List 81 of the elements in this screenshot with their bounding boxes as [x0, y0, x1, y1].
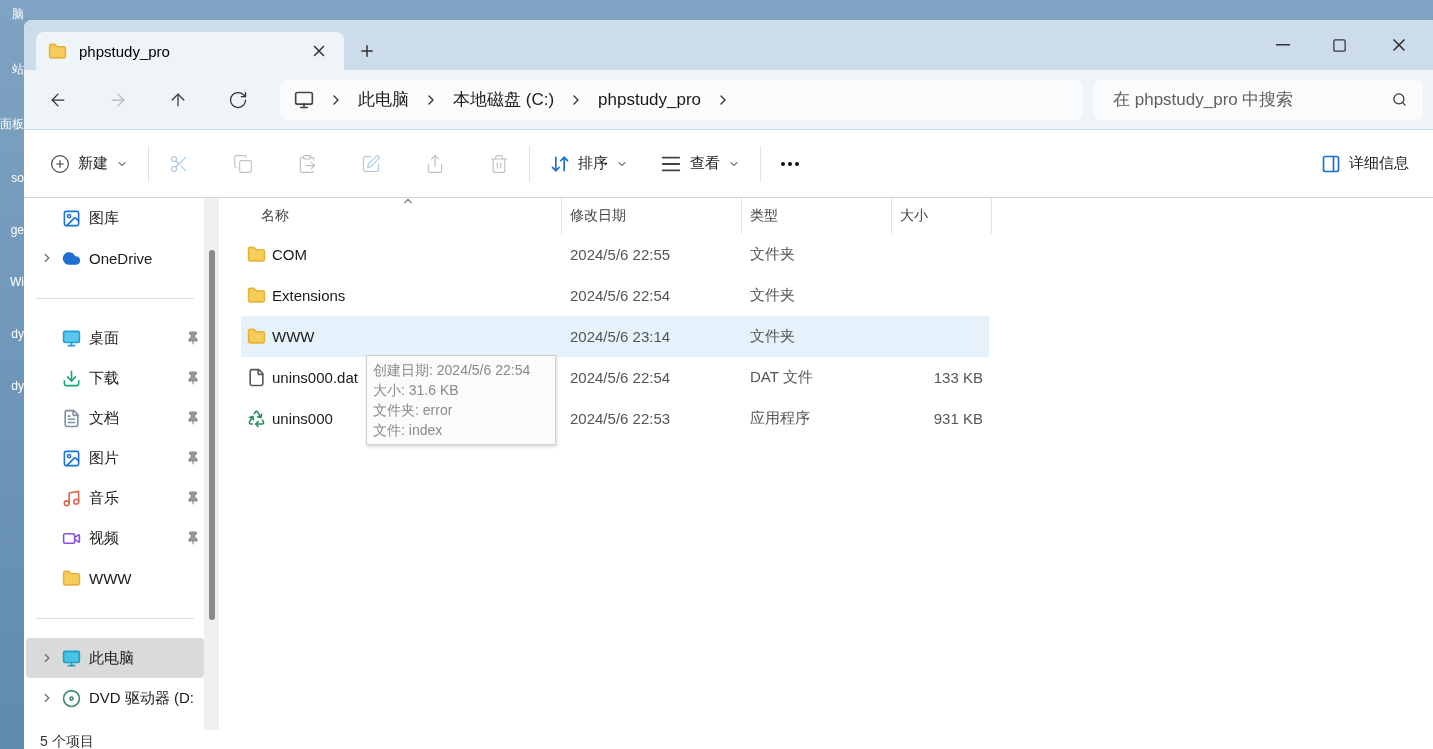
file-size: 931 KB — [932, 410, 984, 427]
modified-date: 2024/5/6 23:14 — [569, 328, 672, 345]
refresh-icon — [228, 89, 248, 110]
breadcrumb-item[interactable]: 本地磁盘 (C:) — [453, 88, 555, 111]
sidebar-item[interactable]: 下载 — [26, 358, 205, 398]
share-icon — [425, 153, 445, 174]
tooltip-line: 文件夹: error — [373, 401, 454, 420]
sidebar-item[interactable]: WWW — [26, 558, 205, 598]
file-name[interactable]: Extensions — [272, 287, 346, 304]
breadcrumb-item[interactable]: 此电脑 — [358, 88, 409, 111]
download-icon — [62, 368, 81, 388]
file-icon — [247, 368, 266, 387]
column-header[interactable]: 修改日期 — [562, 198, 742, 234]
sidebar-item[interactable]: 文档 — [26, 398, 205, 438]
file-type: 文件夹 — [749, 327, 796, 346]
picture-icon — [62, 208, 81, 228]
sidebar-item[interactable]: 桌面 — [26, 318, 205, 358]
file-name[interactable]: unins000.dat — [272, 369, 358, 386]
tooltip-line: 创建日期: 2024/5/6 22:54 — [373, 361, 532, 380]
file-size: 133 KB — [932, 369, 984, 386]
modified-date: 2024/5/6 22:55 — [569, 246, 672, 263]
folder-icon — [247, 286, 266, 305]
column-header[interactable]: 大小 — [892, 198, 992, 234]
folder-icon — [247, 327, 266, 346]
music-note-icon — [62, 488, 81, 508]
window-tab[interactable]: phpstudy_pro — [36, 32, 344, 70]
sidebar-item[interactable]: 音乐 — [26, 478, 205, 518]
folder-icon — [247, 245, 266, 264]
rename-icon — [361, 153, 381, 174]
tooltip-line: 大小: 31.6 KB — [373, 381, 460, 400]
tooltip-line: 文件: index — [373, 421, 444, 440]
scrollbar-thumb[interactable] — [208, 250, 215, 620]
file-name[interactable]: unins000 — [272, 410, 333, 427]
column-header[interactable]: 类型 — [742, 198, 892, 234]
clipboard-icon — [297, 153, 317, 174]
breadcrumb-item[interactable]: phpstudy_pro — [598, 89, 702, 110]
sort-button[interactable]: 排序 — [546, 147, 632, 180]
plus-circle-icon — [50, 153, 70, 174]
copy-icon — [233, 153, 253, 174]
sidebar-item[interactable]: DVD 驱动器 (D: — [26, 678, 205, 718]
new-button[interactable]: 新建 — [46, 147, 132, 180]
monitor-icon — [62, 648, 81, 668]
sidebar-item[interactable]: 图库 — [26, 198, 205, 238]
file-name: WWW — [272, 328, 315, 345]
desktop-icon — [62, 328, 81, 348]
file-type: 文件夹 — [749, 245, 796, 264]
file-type: 文件夹 — [749, 286, 796, 305]
file-type: DAT 文件 — [749, 368, 814, 387]
folder-icon — [48, 41, 67, 61]
more-icon — [781, 161, 799, 166]
address-bar[interactable]: 此电脑 本地磁盘 (C:) phpstudy_pro — [280, 79, 1083, 120]
search-icon — [1392, 92, 1407, 107]
recycle-icon — [247, 409, 266, 428]
tab-title: phpstudy_pro — [79, 42, 171, 60]
picture-icon — [62, 448, 81, 468]
search-box[interactable]: 在 phpstudy_pro 中搜索 — [1093, 79, 1423, 120]
modified-date: 2024/5/6 22:54 — [569, 369, 672, 386]
document-icon — [62, 408, 81, 428]
panel-icon — [1321, 153, 1341, 174]
sidebar-item[interactable]: 此电脑 — [26, 638, 205, 678]
maximize-icon — [1332, 37, 1347, 53]
scissors-icon — [169, 153, 189, 174]
sidebar-item[interactable]: 图片 — [26, 438, 205, 478]
search-field[interactable]: 在 phpstudy_pro 中搜索 — [1111, 88, 1392, 111]
sidebar-item[interactable]: OneDrive — [26, 238, 205, 278]
status-text: 5 个项目 — [40, 733, 94, 749]
trash-icon — [489, 153, 509, 174]
sidebar-item[interactable]: 视频 — [26, 518, 205, 558]
modified-date: 2024/5/6 22:53 — [569, 410, 672, 427]
disc-icon — [62, 688, 81, 708]
folder-icon — [62, 568, 81, 588]
file-type: 应用程序 — [749, 409, 811, 428]
plus-icon — [358, 42, 376, 60]
selected-file-row[interactable]: WWW 2024/5/6 23:14 文件夹 — [241, 316, 989, 357]
modified-date: 2024/5/6 22:54 — [569, 287, 672, 304]
view-button[interactable]: 查看 — [656, 146, 744, 181]
column-header[interactable]: 名称 — [241, 198, 562, 234]
computer-icon — [294, 89, 314, 110]
details-button[interactable]: 详细信息 — [1317, 147, 1413, 180]
file-name[interactable]: COM — [272, 246, 307, 263]
minimize-icon — [1276, 44, 1290, 46]
